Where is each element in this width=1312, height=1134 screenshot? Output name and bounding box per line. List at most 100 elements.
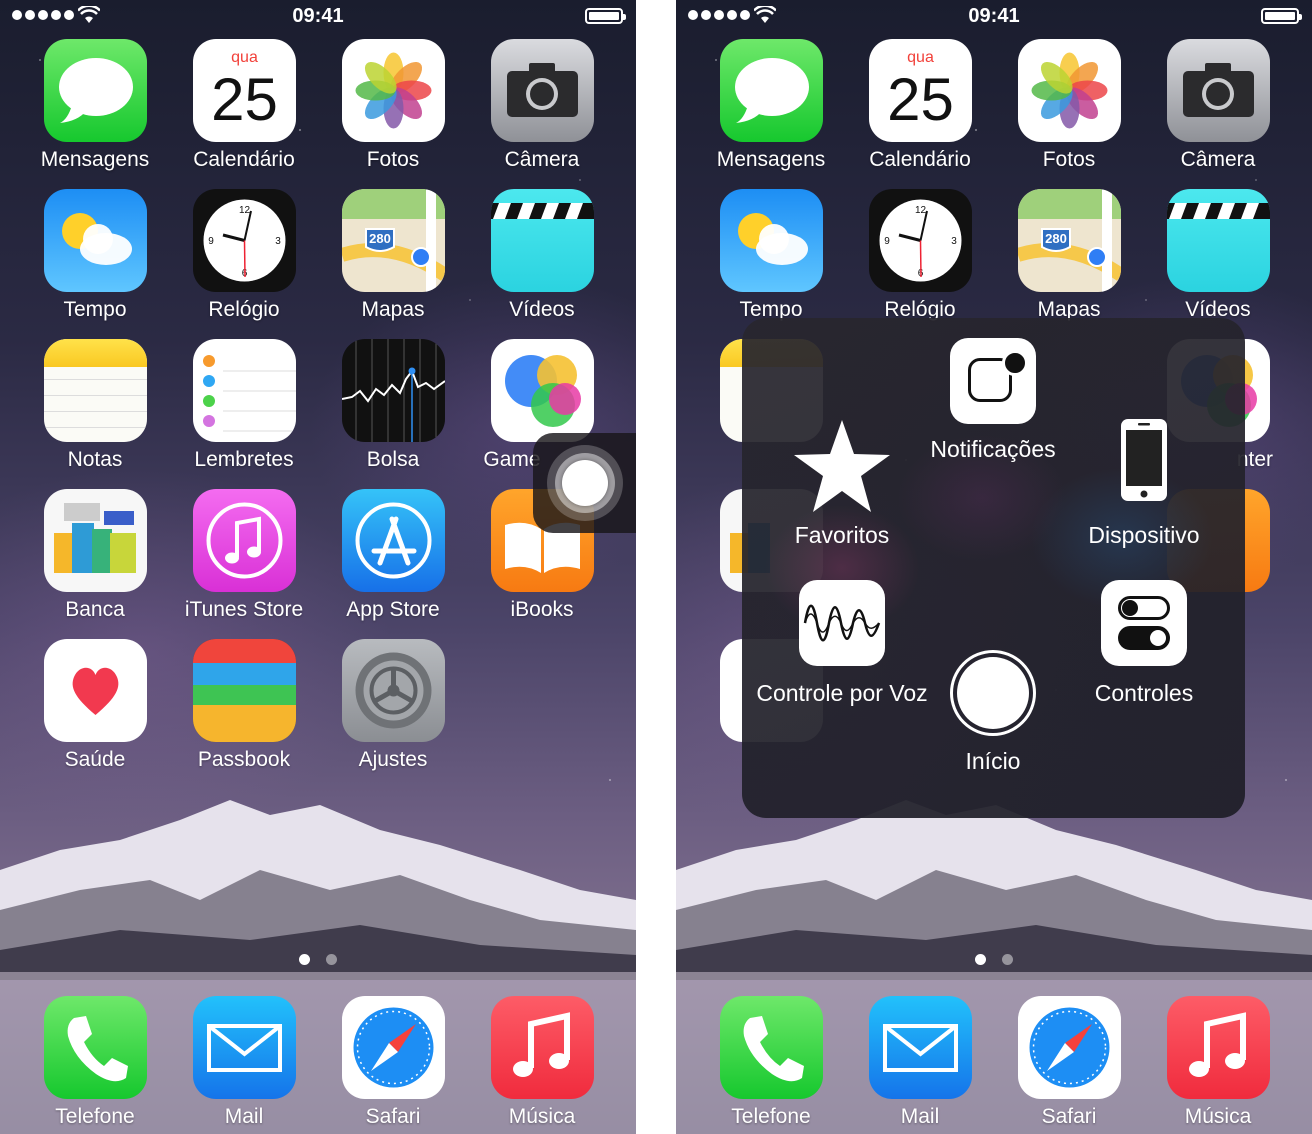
app-lembretes[interactable]: Lembretes: [169, 339, 319, 489]
app-videos[interactable]: Vídeos: [1143, 189, 1293, 339]
app-label: Mensagens: [40, 148, 150, 171]
videos-icon: [491, 189, 594, 292]
toggle-switches-icon: [1101, 580, 1187, 666]
menu-home[interactable]: Início: [943, 650, 1043, 780]
app-label: Câmera: [504, 148, 580, 171]
menu-notifications[interactable]: Notificações: [930, 338, 1056, 468]
page-indicator[interactable]: [676, 952, 1312, 970]
app-notas[interactable]: Notas: [20, 339, 170, 489]
app-calendario[interactable]: qua 25 Calendário: [845, 39, 995, 189]
app-label: Ajustes: [358, 748, 428, 771]
safari-icon: [1018, 996, 1121, 1099]
menu-voice-control[interactable]: Controle por Voz: [756, 580, 928, 710]
app-label: Mail: [224, 1105, 264, 1128]
menu-controls[interactable]: Controles: [1094, 580, 1194, 710]
dock-app-telefone[interactable]: Telefone: [20, 996, 170, 1134]
maps-highway-number: 280: [369, 231, 391, 246]
app-fotos[interactable]: Fotos: [994, 39, 1144, 189]
app-label: Fotos: [366, 148, 420, 171]
phone-icon: [44, 996, 147, 1099]
calendar-day: 25: [887, 66, 954, 133]
app-camera[interactable]: Câmera: [1143, 39, 1293, 189]
assistive-touch-menu: Notificações Favoritos Dispositivo Contr…: [742, 318, 1245, 818]
photos-icon: [1018, 39, 1121, 142]
status-time: 09:41: [968, 5, 1020, 27]
mail-icon: [869, 996, 972, 1099]
app-label: Fotos: [1042, 148, 1096, 171]
clock-icon: 12 6 3 9: [869, 189, 972, 292]
app-relogio[interactable]: 12 6 3 9 Relógio: [845, 189, 995, 339]
app-passbook[interactable]: Passbook: [169, 639, 319, 789]
app-fotos[interactable]: Fotos: [318, 39, 468, 189]
home-button-icon: [950, 650, 1036, 736]
home-screen-right: 09:41 Mensagens qua 25 Calendário Fotos …: [676, 0, 1312, 1134]
videos-icon: [1167, 189, 1270, 292]
voice-waveform-icon: [799, 580, 885, 666]
svg-text:12: 12: [915, 205, 927, 216]
newsstand-icon: [44, 489, 147, 592]
app-label: Relógio: [208, 298, 280, 321]
dock-app-safari[interactable]: Safari: [318, 996, 468, 1134]
notes-icon: [44, 339, 147, 442]
itunes-store-icon: [193, 489, 296, 592]
mail-icon: [193, 996, 296, 1099]
app-itunes-store[interactable]: iTunes Store: [169, 489, 319, 639]
app-camera[interactable]: Câmera: [467, 39, 617, 189]
maps-highway-number: 280: [1045, 231, 1067, 246]
dock-app-mail[interactable]: Mail: [845, 996, 995, 1134]
status-time: 09:41: [292, 5, 344, 27]
camera-icon: [491, 39, 594, 142]
app-label: Banca: [65, 598, 125, 621]
dock-app-mail[interactable]: Mail: [169, 996, 319, 1134]
app-label: Mensagens: [716, 148, 826, 171]
app-mapas[interactable]: 280 Mapas: [318, 189, 468, 339]
assistive-touch-button[interactable]: [533, 433, 636, 533]
app-mensagens[interactable]: Mensagens: [20, 39, 170, 189]
dock-app-musica[interactable]: Música: [467, 996, 617, 1134]
menu-device[interactable]: Dispositivo: [1088, 418, 1200, 548]
battery-icon: [585, 8, 626, 24]
calendar-icon: qua 25: [869, 39, 972, 142]
svg-text:3: 3: [275, 236, 281, 247]
app-label: Mapas: [361, 298, 425, 321]
menu-label: Dispositivo: [1088, 522, 1200, 548]
app-store-icon: [342, 489, 445, 592]
app-label: iTunes Store: [184, 598, 304, 621]
app-calendario[interactable]: qua 25 Calendário: [169, 39, 319, 189]
app-label: Mail: [900, 1105, 940, 1128]
camera-icon: [1167, 39, 1270, 142]
dock-app-telefone[interactable]: Telefone: [696, 996, 846, 1134]
dock-app-safari[interactable]: Safari: [994, 996, 1144, 1134]
page-indicator[interactable]: [0, 952, 636, 970]
messages-icon: [44, 39, 147, 142]
music-icon: [1167, 996, 1270, 1099]
app-saude[interactable]: Saúde: [20, 639, 170, 789]
status-bar: 09:41: [676, 0, 1312, 34]
app-mensagens[interactable]: Mensagens: [696, 39, 846, 189]
app-ajustes[interactable]: Ajustes: [318, 639, 468, 789]
app-tempo[interactable]: Tempo: [696, 189, 846, 339]
phone-icon: [720, 996, 823, 1099]
app-relogio[interactable]: 12 6 3 9 Relógio: [169, 189, 319, 339]
app-tempo[interactable]: Tempo: [20, 189, 170, 339]
app-videos[interactable]: Vídeos: [467, 189, 617, 339]
health-icon: [44, 639, 147, 742]
menu-favorites[interactable]: Favoritos: [792, 418, 892, 548]
game-center-icon: [491, 339, 594, 442]
weather-icon: [720, 189, 823, 292]
dock: Telefone Mail Safari Música: [676, 972, 1312, 1134]
maps-icon: 280: [1018, 189, 1121, 292]
app-banca[interactable]: Banca: [20, 489, 170, 639]
app-label: Safari: [365, 1105, 421, 1128]
svg-text:12: 12: [239, 205, 251, 216]
app-label: Telefone: [55, 1105, 135, 1128]
app-mapas[interactable]: 280 Mapas: [994, 189, 1144, 339]
app-label: Calendário: [869, 148, 971, 171]
calendar-icon: qua 25: [193, 39, 296, 142]
app-app-store[interactable]: App Store: [318, 489, 468, 639]
app-label: Música: [508, 1105, 576, 1128]
app-label: iBooks: [510, 598, 574, 621]
app-label: Câmera: [1180, 148, 1256, 171]
dock-app-musica[interactable]: Música: [1143, 996, 1293, 1134]
passbook-icon: [193, 639, 296, 742]
